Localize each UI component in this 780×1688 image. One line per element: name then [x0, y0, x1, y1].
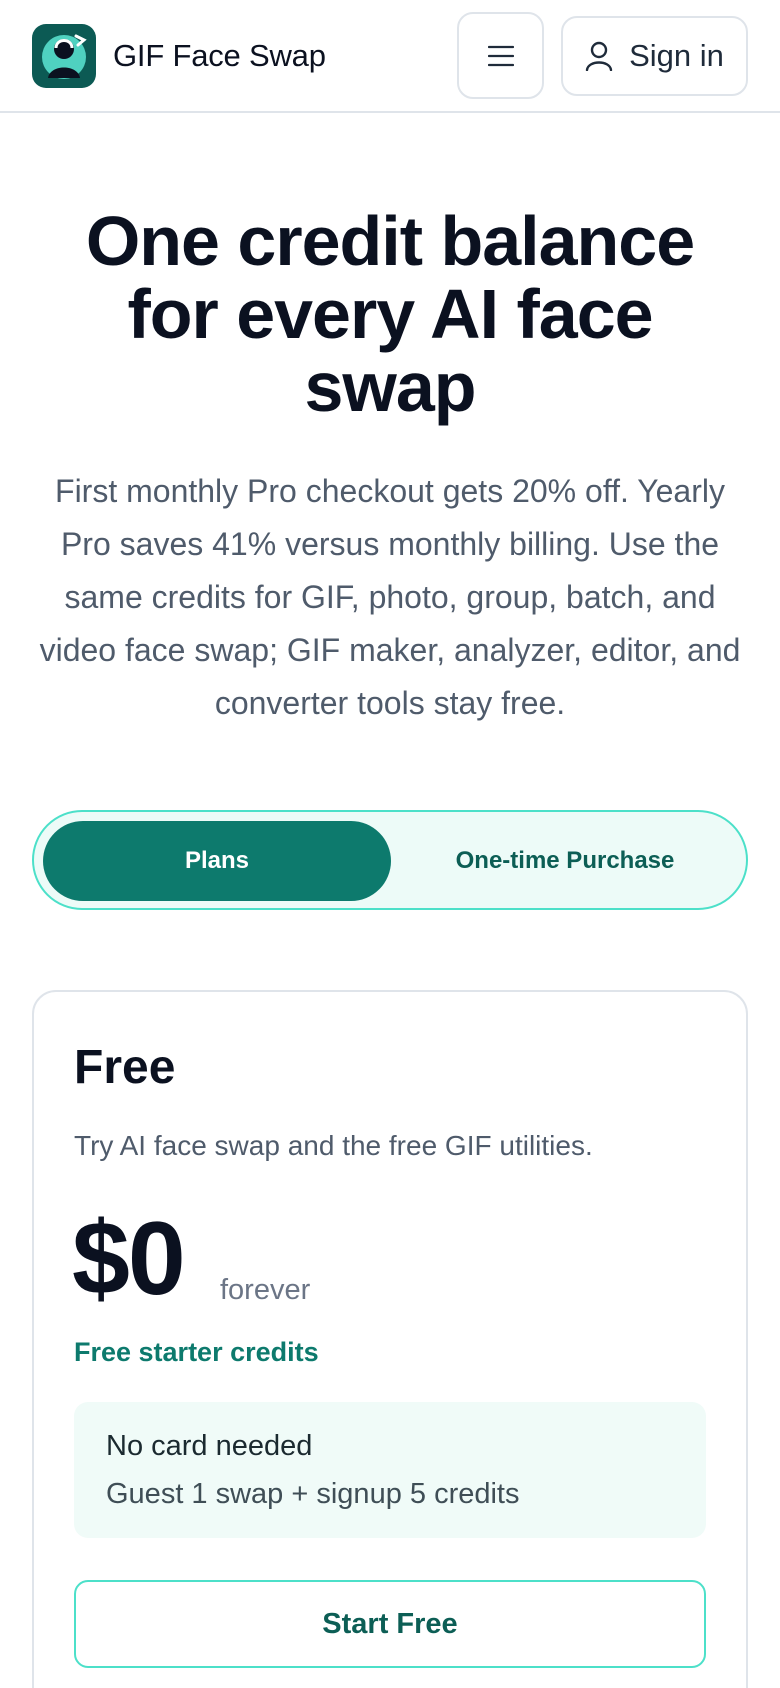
hero-subtitle: First monthly Pro checkout gets 20% off.… [39, 473, 741, 721]
hero-title: One credit balance for every AI face swa… [85, 202, 695, 426]
note-title: No card needed [106, 1430, 313, 1462]
tab-plans[interactable]: Plans [43, 821, 391, 901]
credits-label: Free starter credits [74, 1337, 319, 1367]
user-icon [585, 41, 613, 71]
menu-button[interactable] [457, 12, 544, 99]
tab-one-time-purchase[interactable]: One-time Purchase [391, 821, 739, 901]
plan-price: $0 [72, 1201, 186, 1317]
free-plan-card: Free Try AI face swap and the free GIF u… [32, 990, 748, 1688]
sign-in-label: Sign in [629, 38, 724, 73]
sign-in-button[interactable]: Sign in [561, 16, 748, 96]
note-text: Guest 1 swap + signup 5 credits [106, 1478, 520, 1510]
brand-name[interactable]: GIF Face Swap [113, 38, 326, 74]
pricing-toggle: Plans One-time Purchase [32, 810, 748, 910]
plan-description: Try AI face swap and the free GIF utilit… [74, 1130, 593, 1161]
hamburger-menu-icon [487, 45, 514, 66]
face-swap-logo-icon[interactable] [32, 24, 96, 88]
plan-period: forever [220, 1274, 311, 1306]
plan-name: Free [74, 1041, 176, 1094]
site-header: GIF Face Swap Sign in [0, 0, 780, 113]
plan-note-box: No card needed Guest 1 swap + signup 5 c… [74, 1402, 706, 1538]
start-free-button[interactable]: Start Free [74, 1580, 706, 1668]
